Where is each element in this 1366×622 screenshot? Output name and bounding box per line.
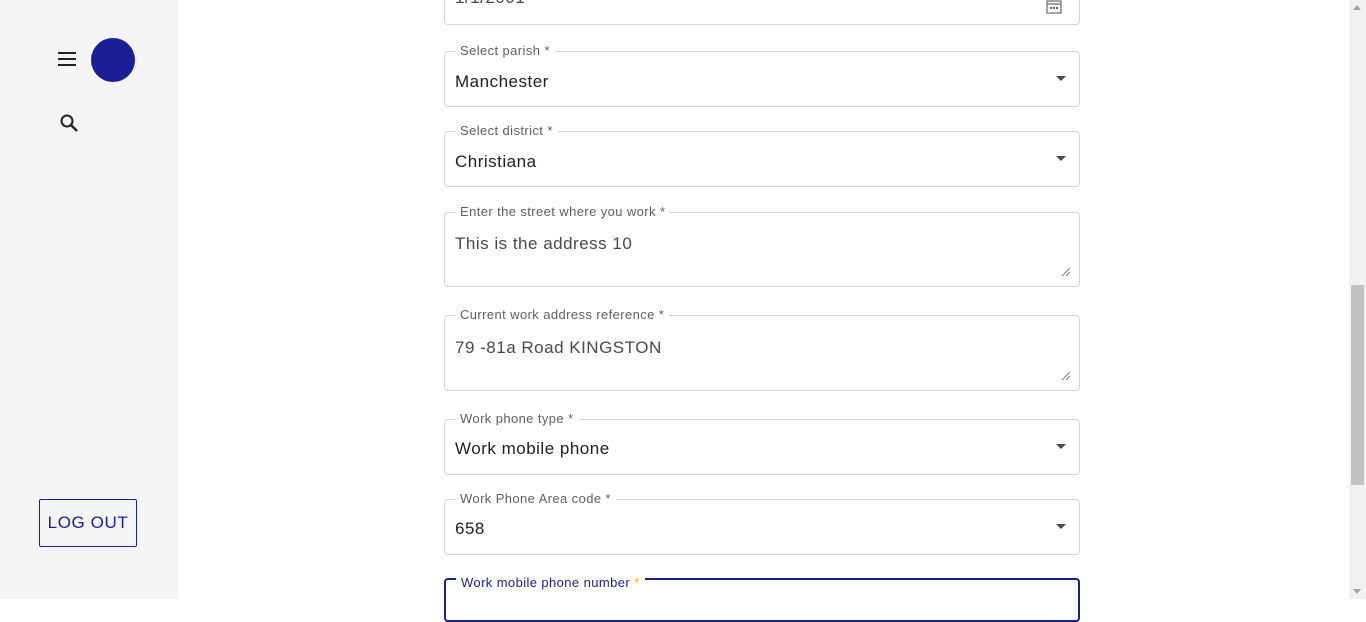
parish-value: Manchester — [455, 72, 549, 91]
district-label: Select district * — [455, 123, 558, 139]
reference-value: 79 -81a Road KINGSTON — [455, 338, 662, 357]
area-code-label: Work Phone Area code * — [455, 491, 616, 507]
mobile-number-label: Work mobile phone number * — [456, 575, 645, 591]
street-value: This is the address 10 — [455, 234, 633, 253]
date-value: 1/1/2001 — [455, 0, 525, 8]
phone-type-value: Work mobile phone — [455, 439, 610, 458]
search-icon[interactable] — [58, 112, 80, 134]
parish-select[interactable]: Select parish * Manchester — [444, 43, 1080, 107]
calendar-icon[interactable] — [1046, 0, 1062, 14]
parish-label: Select parish * — [455, 43, 555, 59]
scroll-down-icon[interactable] — [1353, 589, 1361, 594]
area-code-value: 658 — [455, 519, 485, 538]
phone-type-label: Work phone type * — [455, 411, 579, 427]
chevron-down-icon[interactable] — [1056, 444, 1066, 449]
hamburger-menu-icon[interactable] — [56, 49, 78, 69]
street-textarea[interactable]: Enter the street where you work * This i… — [444, 204, 1080, 287]
mobile-number-input[interactable]: Work mobile phone number * — [444, 575, 1080, 622]
vertical-scrollbar[interactable] — [1349, 0, 1366, 599]
reference-textarea[interactable]: Current work address reference * 79 -81a… — [444, 307, 1080, 391]
phone-type-select[interactable]: Work phone type * Work mobile phone — [444, 411, 1080, 475]
scroll-up-icon[interactable] — [1353, 5, 1361, 10]
chevron-down-icon[interactable] — [1056, 524, 1066, 529]
area-code-select[interactable]: Work Phone Area code * 658 — [444, 491, 1080, 555]
logout-button[interactable]: LOG OUT — [39, 499, 137, 547]
resize-handle-icon[interactable] — [1061, 368, 1071, 381]
district-value: Christiana — [455, 152, 537, 171]
required-star: * — [634, 575, 640, 590]
street-label: Enter the street where you work * — [455, 204, 671, 220]
district-select[interactable]: Select district * Christiana — [444, 123, 1080, 187]
chevron-down-icon[interactable] — [1056, 156, 1066, 161]
sidebar: LOG OUT — [0, 0, 178, 599]
reference-label: Current work address reference * — [455, 307, 670, 323]
resize-handle-icon[interactable] — [1061, 264, 1071, 277]
scroll-thumb[interactable] — [1351, 285, 1364, 485]
chevron-down-icon[interactable] — [1056, 76, 1066, 81]
date-field[interactable]: 1/1/2001 — [444, 0, 1080, 25]
avatar[interactable] — [91, 38, 135, 82]
